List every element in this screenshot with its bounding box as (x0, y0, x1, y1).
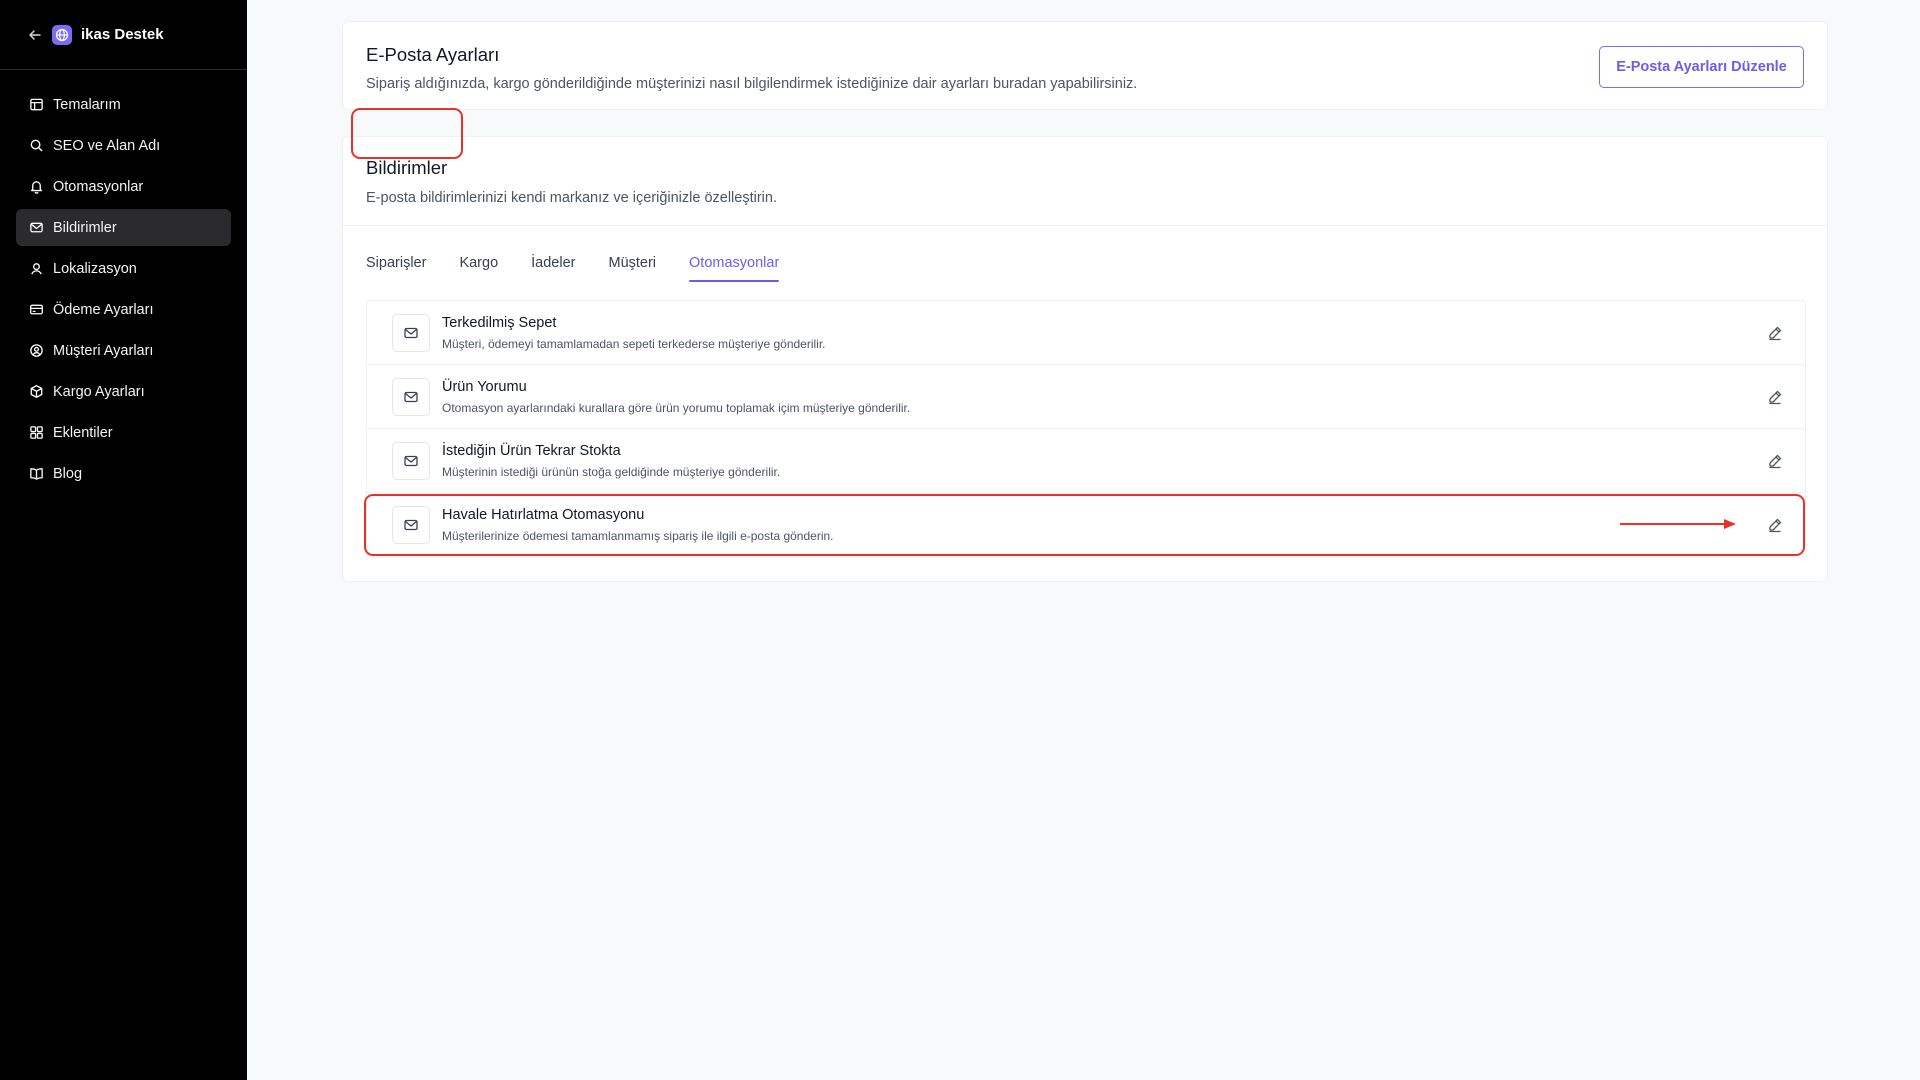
package-icon (28, 384, 44, 400)
grid-icon (28, 425, 44, 441)
sidebar-item-bildirimler[interactable]: Bildirimler (16, 209, 231, 246)
edit-icon[interactable] (1765, 387, 1785, 407)
tab-iadeler[interactable]: İadeler (531, 255, 575, 285)
user-circle-icon (28, 343, 44, 359)
mail-icon (28, 220, 44, 236)
sidebar-item-blog[interactable]: Blog (16, 455, 231, 492)
notifications-description: E-posta bildirimlerinizi kendi markanız … (366, 190, 777, 206)
notifications-card: Bildirimler E-posta bildirimlerinizi ken… (342, 136, 1828, 582)
mail-icon (392, 442, 430, 480)
list-item-description: Müşterilerinize ödemesi tamamlanmamış si… (442, 529, 834, 543)
email-settings-description: Sipariş aldığınızda, kargo gönderildiğin… (366, 76, 1138, 92)
search-icon (28, 138, 44, 154)
edit-icon[interactable] (1765, 515, 1785, 535)
sidebar-item-label: Bildirimler (53, 219, 117, 236)
sidebar-item-temalarim[interactable]: Temalarım (16, 86, 231, 123)
list-item-description: Müşterinin istediği ürünün stoğa geldiği… (442, 465, 781, 479)
list-item-title: Terkedilmiş Sepet (442, 315, 557, 331)
sidebar-item-label: Müşteri Ayarları (53, 342, 154, 359)
location-icon (28, 261, 44, 277)
bell-icon (28, 179, 44, 195)
list-item: Havale Hatırlatma Otomasyonu Müşterileri… (367, 493, 1805, 557)
sidebar-item-label: SEO ve Alan Adı (53, 137, 161, 154)
sidebar-item-label: Kargo Ayarları (53, 383, 145, 400)
list-item: Ürün Yorumu Otomasyon ayarlarındaki kura… (367, 365, 1805, 429)
mail-icon (392, 506, 430, 544)
tab-otomasyonlar[interactable]: Otomasyonlar (689, 255, 780, 285)
sidebar-item-label: Blog (53, 465, 83, 482)
arrow-left-icon[interactable] (28, 28, 42, 42)
sidebar: ikas Destek Temalarım SEO ve Alan Adı Ot… (0, 0, 247, 1080)
tab-musteri[interactable]: Müşteri (608, 255, 656, 285)
book-icon (28, 466, 44, 482)
sidebar-item-label: Otomasyonlar (53, 178, 144, 195)
sidebar-item-seo[interactable]: SEO ve Alan Adı (16, 127, 231, 164)
list-item-description: Otomasyon ayarlarındaki kurallara göre ü… (442, 401, 911, 415)
notifications-title: Bildirimler (366, 157, 448, 178)
sidebar-item-eklentiler[interactable]: Eklentiler (16, 414, 231, 451)
notification-tabs: Siparişler Kargo İadeler Müşteri Otomasy… (366, 255, 812, 285)
email-settings-card: E-Posta Ayarları Sipariş aldığınızda, ka… (342, 21, 1828, 110)
tab-siparisler[interactable]: Siparişler (366, 255, 426, 285)
list-item: Terkedilmiş Sepet Müşteri, ödemeyi tamam… (367, 301, 1805, 365)
sidebar-item-musteri-ayarlari[interactable]: Müşteri Ayarları (16, 332, 231, 369)
mail-icon (392, 378, 430, 416)
sidebar-item-otomasyonlar[interactable]: Otomasyonlar (16, 168, 231, 205)
list-item: İstediğin Ürün Tekrar Stokta Müşterinin … (367, 429, 1805, 493)
email-settings-title: E-Posta Ayarları (366, 44, 500, 65)
mail-icon (392, 314, 430, 352)
globe-icon (52, 24, 72, 45)
notifications-header: Bildirimler E-posta bildirimlerinizi ken… (343, 137, 1827, 226)
sidebar-item-label: Ödeme Ayarları (53, 301, 154, 318)
credit-card-icon (28, 302, 44, 318)
sidebar-item-label: Lokalizasyon (53, 260, 137, 277)
sidebar-item-lokalizasyon[interactable]: Lokalizasyon (16, 250, 231, 287)
list-item-title: Havale Hatırlatma Otomasyonu (442, 507, 645, 523)
tab-kargo[interactable]: Kargo (459, 255, 498, 285)
edit-email-settings-button[interactable]: E-Posta Ayarları Düzenle (1599, 46, 1804, 88)
sidebar-item-odeme-ayarlari[interactable]: Ödeme Ayarları (16, 291, 231, 328)
edit-icon[interactable] (1765, 323, 1785, 343)
sidebar-nav: Temalarım SEO ve Alan Adı Otomasyonlar B… (0, 70, 247, 492)
edit-icon[interactable] (1765, 451, 1785, 471)
list-item-title: İstediğin Ürün Tekrar Stokta (442, 443, 621, 459)
notification-list: Terkedilmiş Sepet Müşteri, ödemeyi tamam… (366, 300, 1806, 558)
sidebar-header: ikas Destek (0, 0, 247, 70)
sidebar-item-label: Eklentiler (53, 424, 113, 441)
sidebar-item-label: Temalarım (53, 96, 121, 113)
list-item-title: Ürün Yorumu (442, 379, 527, 395)
sidebar-item-kargo-ayarlari[interactable]: Kargo Ayarları (16, 373, 231, 410)
layout-icon (28, 97, 44, 113)
brand-name: ikas Destek (81, 26, 164, 43)
list-item-description: Müşteri, ödemeyi tamamlamadan sepeti ter… (442, 337, 826, 351)
